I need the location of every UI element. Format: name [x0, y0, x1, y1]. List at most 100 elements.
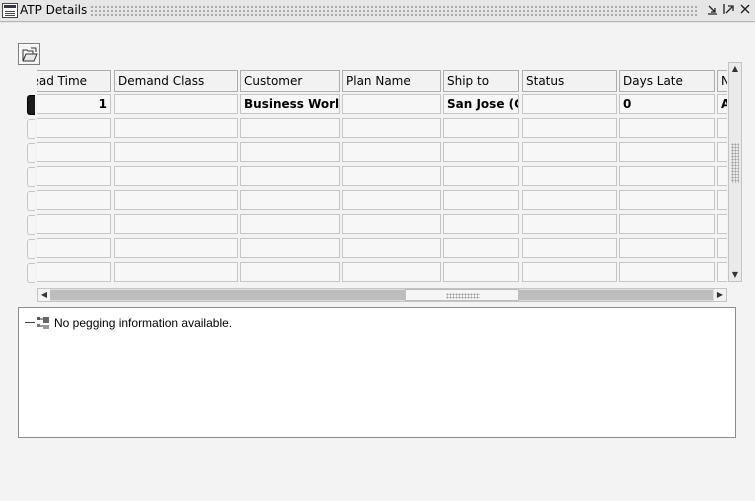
scroll-up-icon[interactable]: ▲: [729, 63, 741, 75]
cell-ship-to[interactable]: [443, 214, 519, 234]
cell-lead-time[interactable]: [37, 166, 111, 186]
pegging-message: No pegging information available.: [54, 316, 233, 330]
row-selector[interactable]: [27, 167, 35, 187]
cell-next[interactable]: [717, 166, 727, 186]
maximize-icon[interactable]: [722, 3, 736, 18]
cell-customer[interactable]: [240, 262, 340, 282]
pegging-node-icon: [37, 317, 49, 329]
cell-status[interactable]: [522, 94, 617, 114]
column-header-customer[interactable]: Customer: [240, 70, 340, 92]
cell-ship-to[interactable]: [443, 190, 519, 210]
column-header-next[interactable]: N: [717, 70, 727, 92]
cell-status[interactable]: [522, 214, 617, 234]
scroll-down-icon[interactable]: ▼: [729, 269, 741, 281]
cell-plan-name[interactable]: [342, 118, 441, 138]
cell-days-late[interactable]: [619, 214, 715, 234]
cell-plan-name[interactable]: [342, 214, 441, 234]
cell-customer[interactable]: [240, 238, 340, 258]
row-selector[interactable]: [27, 143, 35, 163]
column-header-lead-time[interactable]: Lead Time: [37, 70, 111, 92]
cell-plan-name[interactable]: [342, 142, 441, 162]
row-selector[interactable]: [27, 263, 35, 283]
vertical-scrollbar[interactable]: ▲ ▼: [728, 62, 742, 282]
cell-customer[interactable]: [240, 190, 340, 210]
cell-demand-class[interactable]: [114, 214, 238, 234]
column-header-status[interactable]: Status: [522, 70, 617, 92]
scroll-right-icon[interactable]: ▶: [714, 289, 726, 301]
cell-ship-to[interactable]: [443, 118, 519, 138]
cell-lead-time[interactable]: [37, 214, 111, 234]
cell-demand-class[interactable]: [114, 94, 238, 114]
row-selector[interactable]: [27, 191, 35, 211]
cell-next[interactable]: [717, 190, 727, 210]
cell-days-late[interactable]: [619, 238, 715, 258]
column-header-days-late[interactable]: Days Late: [619, 70, 715, 92]
scroll-thumb[interactable]: [405, 289, 519, 301]
title-bar-pattern: [90, 5, 697, 16]
cell-status[interactable]: [522, 262, 617, 282]
scroll-left-icon[interactable]: ◀: [38, 289, 50, 301]
cell-plan-name[interactable]: [342, 262, 441, 282]
cell-demand-class[interactable]: [114, 166, 238, 186]
open-button[interactable]: [18, 43, 40, 65]
cell-customer[interactable]: [240, 118, 340, 138]
cell-demand-class[interactable]: [114, 262, 238, 282]
cell-lead-time[interactable]: [37, 262, 111, 282]
cell-next[interactable]: A: [717, 94, 727, 114]
cell-next[interactable]: [717, 118, 727, 138]
horizontal-scrollbar[interactable]: ◀ ▶: [37, 288, 727, 302]
cell-days-late[interactable]: [619, 166, 715, 186]
cell-days-late[interactable]: [619, 262, 715, 282]
cell-customer[interactable]: [240, 142, 340, 162]
cell-next[interactable]: [717, 142, 727, 162]
scroll-track-left[interactable]: [50, 290, 405, 300]
cell-ship-to[interactable]: [443, 166, 519, 186]
cell-customer[interactable]: [240, 166, 340, 186]
cell-status[interactable]: [522, 190, 617, 210]
cell-lead-time[interactable]: [37, 190, 111, 210]
column-header-demand-class[interactable]: Demand Class: [114, 70, 238, 92]
close-icon[interactable]: [738, 3, 752, 18]
cell-days-late[interactable]: [619, 190, 715, 210]
cell-lead-time[interactable]: [37, 118, 111, 138]
minimize-icon[interactable]: [706, 3, 720, 18]
cell-plan-name[interactable]: [342, 190, 441, 210]
cell-demand-class[interactable]: [114, 118, 238, 138]
cell-demand-class[interactable]: [114, 190, 238, 210]
cell-plan-name[interactable]: [342, 238, 441, 258]
cell-next[interactable]: [717, 262, 727, 282]
scroll-track-right[interactable]: [519, 290, 713, 300]
cell-lead-time[interactable]: [37, 142, 111, 162]
column-header-plan-name[interactable]: Plan Name: [342, 70, 441, 92]
tree-connector: [25, 322, 35, 323]
cell-lead-time[interactable]: [37, 238, 111, 258]
cell-next[interactable]: [717, 214, 727, 234]
cell-days-late[interactable]: [619, 142, 715, 162]
cell-demand-class[interactable]: [114, 142, 238, 162]
cell-ship-to[interactable]: [443, 262, 519, 282]
cell-days-late[interactable]: [619, 118, 715, 138]
cell-status[interactable]: [522, 118, 617, 138]
row-selector[interactable]: [27, 239, 35, 259]
scroll-thumb-grip[interactable]: [731, 143, 739, 183]
cell-status[interactable]: [522, 142, 617, 162]
pegging-tree-panel[interactable]: No pegging information available.: [18, 307, 736, 438]
cell-ship-to[interactable]: San Jose (C: [443, 94, 519, 114]
window-content: Lead TimeDemand ClassCustomerPlan NameSh…: [0, 23, 755, 501]
cell-customer[interactable]: Business World: [240, 94, 340, 114]
cell-days-late[interactable]: 0: [619, 94, 715, 114]
row-selector[interactable]: [27, 95, 35, 115]
cell-plan-name[interactable]: [342, 166, 441, 186]
column-header-ship-to[interactable]: Ship to: [443, 70, 519, 92]
cell-lead-time[interactable]: 1: [37, 94, 111, 114]
cell-status[interactable]: [522, 166, 617, 186]
cell-customer[interactable]: [240, 214, 340, 234]
cell-ship-to[interactable]: [443, 238, 519, 258]
row-selector[interactable]: [27, 119, 35, 139]
cell-plan-name[interactable]: [342, 94, 441, 114]
cell-demand-class[interactable]: [114, 238, 238, 258]
cell-ship-to[interactable]: [443, 142, 519, 162]
cell-next[interactable]: [717, 238, 727, 258]
row-selector[interactable]: [27, 215, 35, 235]
cell-status[interactable]: [522, 238, 617, 258]
